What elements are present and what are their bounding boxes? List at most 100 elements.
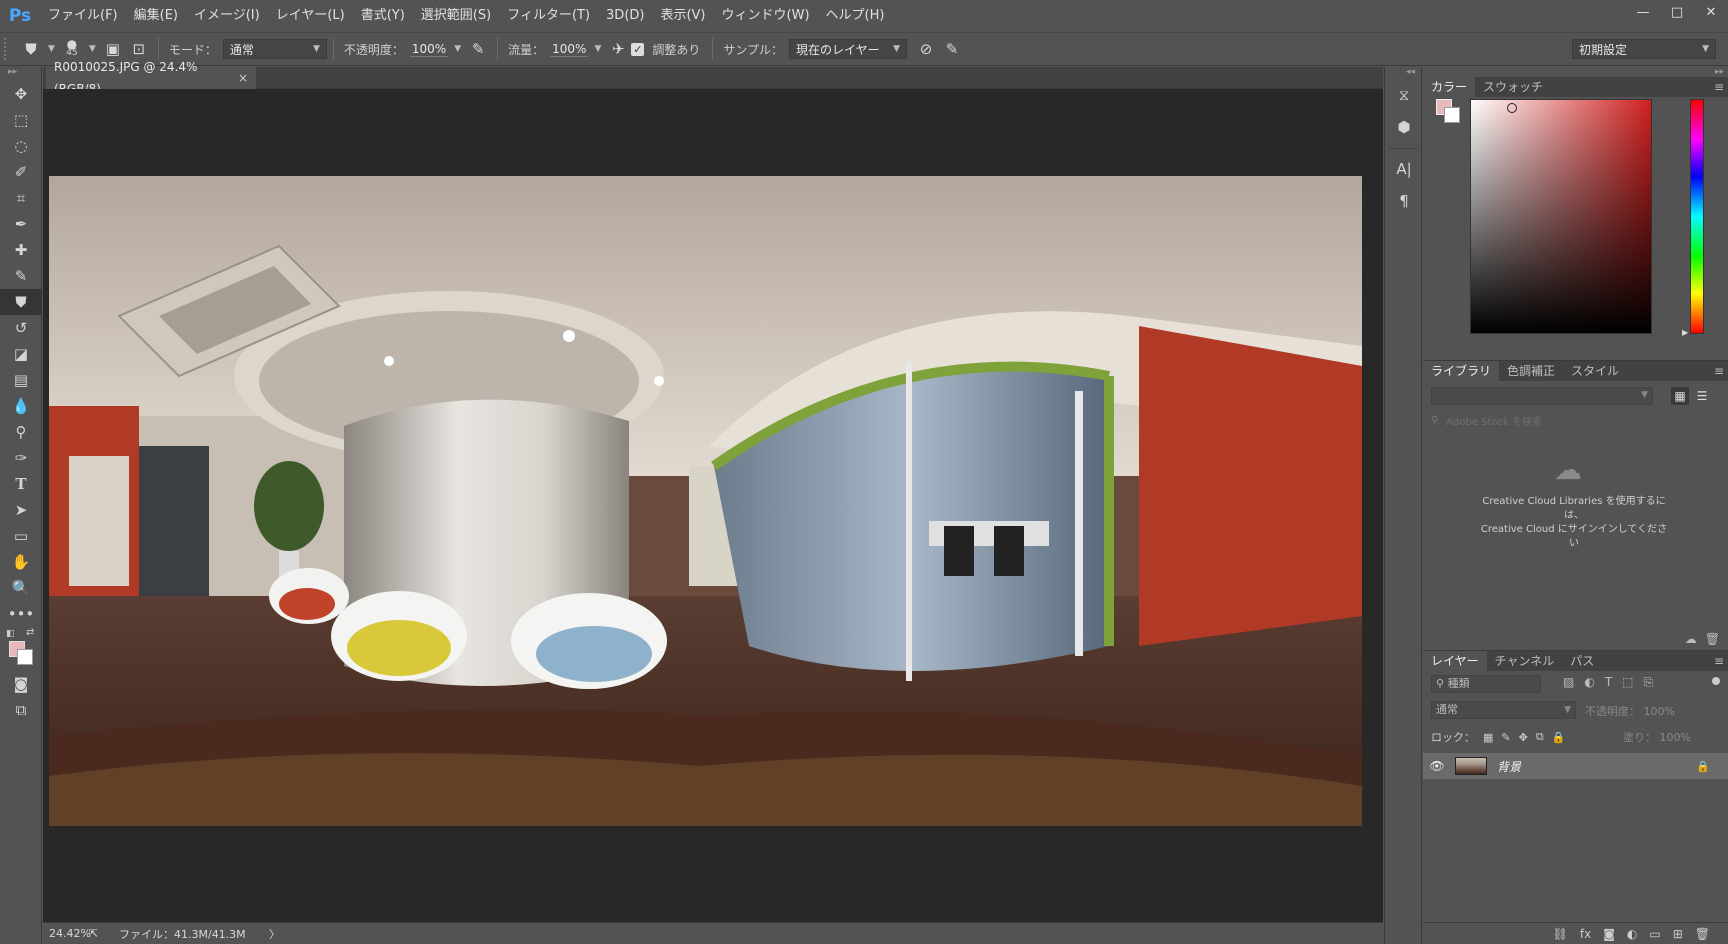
panels-collapse-icon[interactable]: ▸▸ [1423,67,1728,77]
menu-file[interactable]: ファイル(F) [40,0,126,32]
path-select-tool-icon[interactable]: ➤ [0,497,42,523]
share-icon[interactable]: ⇱ [89,927,119,940]
menu-edit[interactable]: 編集(E) [126,0,186,32]
menu-select[interactable]: 選択範囲(S) [413,0,499,32]
filter-adjustment-icon[interactable]: ◐ [1584,675,1594,690]
tab-paths[interactable]: パス [1562,651,1602,671]
marquee-tool-icon[interactable]: ⬚ [0,107,42,133]
screen-mode-icon[interactable]: ⧉ [0,697,42,723]
layer-row[interactable]: 👁 背景 🔒 [1423,753,1728,779]
menu-type[interactable]: 書式(Y) [353,0,413,32]
brush-tool-icon[interactable]: ✎ [0,263,42,289]
filter-shape-icon[interactable]: ⬚ [1622,675,1633,690]
filter-toggle-icon[interactable] [1712,677,1720,685]
minimize-button[interactable]: — [1626,0,1660,24]
eraser-tool-icon[interactable]: ◪ [0,341,42,367]
menu-filter[interactable]: フィルター(T) [499,0,598,32]
eye-icon[interactable]: 👁 [1423,759,1451,773]
color-panel-background-swatch[interactable] [1444,107,1460,123]
panel-menu-icon[interactable]: ≡ [1714,654,1724,668]
panel-menu-icon[interactable]: ≡ [1714,80,1724,94]
status-menu-arrow[interactable]: 〉 [269,926,280,942]
crop-tool-icon[interactable]: ⌗ [0,185,42,211]
mode-select[interactable]: 通常 ▼ [222,39,327,59]
tab-libraries[interactable]: ライブラリ [1423,361,1500,381]
swap-colors-icon[interactable]: ⇄ [26,627,34,638]
pressure-opacity-icon[interactable]: ✎ [465,36,491,62]
healing-brush-tool-icon[interactable]: ✚ [0,237,42,263]
lock-all-icon[interactable]: 🔒 [1552,731,1566,744]
zoom-tool-icon[interactable]: 🔍 [0,575,42,601]
preset-chevron-down-icon[interactable]: ▼ [48,44,55,54]
maximize-button[interactable]: □ [1660,0,1694,24]
history-panel-icon[interactable]: ⧖ [1385,79,1423,111]
eyedropper-tool-icon[interactable]: ✒ [0,211,42,237]
rectangle-tool-icon[interactable]: ▭ [0,523,42,549]
type-tool-icon[interactable]: T [0,471,42,497]
opacity-chevron-down-icon[interactable]: ▼ [454,44,461,54]
ignore-adjustment-layers-icon[interactable]: ⊘ [913,36,939,62]
quick-mask-icon[interactable]: ◙ [0,671,42,697]
tab-styles[interactable]: スタイル [1563,361,1627,381]
layer-style-icon[interactable]: fx [1580,927,1591,941]
3d-panel-icon[interactable]: ⬢ [1385,111,1423,143]
flow-chevron-down-icon[interactable]: ▼ [594,44,601,54]
gradient-tool-icon[interactable]: ▤ [0,367,42,393]
grid-view-icon[interactable]: ▦ [1671,387,1689,405]
hue-slider[interactable] [1690,99,1704,334]
hue-slider-handle-icon[interactable]: ▶ [1682,328,1688,337]
tab-color[interactable]: カラー [1423,77,1476,97]
more-tools-icon[interactable]: ••• [0,601,42,627]
menu-3d[interactable]: 3D(D) [598,0,652,32]
layer-opacity[interactable]: 不透明度： 100% [1585,703,1675,719]
tab-layers[interactable]: レイヤー [1423,651,1487,671]
new-adjustment-layer-icon[interactable]: ◐ [1627,927,1637,941]
layer-fill[interactable]: 塗り： 100% [1623,729,1691,745]
lasso-tool-icon[interactable]: ◌ [0,133,42,159]
document-tab[interactable]: R0010025.JPG @ 24.4% (RGB/8) × [46,60,256,96]
trash-icon[interactable]: 🗑 [1705,632,1720,646]
quick-select-tool-icon[interactable]: ✐ [0,159,42,185]
pressure-size-icon[interactable]: ✎ [939,36,965,62]
zoom-level[interactable]: 24.42% [43,927,91,940]
lock-position-icon[interactable]: ✥ [1519,731,1528,744]
new-layer-icon[interactable]: ⊞ [1673,927,1683,941]
menu-layer[interactable]: レイヤー(L) [268,0,353,32]
cc-sync-icon[interactable]: ☁ [1685,632,1697,646]
panel-menu-icon[interactable]: ≡ [1714,364,1724,378]
filter-smart-object-icon[interactable]: ⎘ [1644,675,1654,690]
layer-blend-mode-select[interactable]: 通常 ▼ [1431,701,1576,719]
document-canvas[interactable] [49,176,1362,826]
move-tool-icon[interactable]: ✥ [0,81,42,107]
filter-type-icon[interactable]: T [1605,675,1612,690]
delete-layer-icon[interactable]: 🗑 [1695,927,1710,941]
airbrush-icon[interactable]: ✈ [605,36,631,62]
menu-image[interactable]: イメージ(I) [186,0,268,32]
lock-transparency-icon[interactable]: ▦ [1483,731,1493,744]
brush-chevron-down-icon[interactable]: ▼ [89,44,96,54]
lock-pixels-icon[interactable]: ✎ [1501,731,1510,744]
hand-tool-icon[interactable]: ✋ [0,549,42,575]
background-color-swatch[interactable] [17,649,33,665]
tab-swatches[interactable]: スウォッチ [1475,77,1551,97]
blur-tool-icon[interactable]: 💧 [0,393,42,419]
link-layers-icon[interactable]: ⛓ [1553,927,1568,941]
layer-filter-select[interactable]: ⚲ 種類 [1431,675,1541,693]
add-mask-icon[interactable]: ◙ [1603,927,1615,941]
flow-input[interactable]: 100% [550,42,589,57]
character-panel-icon[interactable]: A| [1385,153,1423,185]
filter-pixel-icon[interactable]: ▨ [1563,675,1574,690]
options-bar-grip[interactable] [4,38,18,60]
opacity-input[interactable]: 100% [409,42,449,57]
menu-view[interactable]: 表示(V) [652,0,713,32]
list-view-icon[interactable]: ☰ [1693,387,1711,405]
color-saturation-field[interactable] [1470,99,1652,334]
stock-search-input[interactable]: ⚲ Adobe Stock を検索 [1431,411,1716,429]
tab-adjustments[interactable]: 色調補正 [1499,361,1563,381]
library-select[interactable]: ▼ [1431,387,1653,405]
toolbar-collapse-icon[interactable]: ▸▸ [0,67,41,81]
paragraph-panel-icon[interactable]: ¶ [1385,185,1423,217]
close-tab-icon[interactable]: × [238,67,248,89]
aligned-checkbox[interactable]: ✓ [631,42,645,56]
close-window-button[interactable]: ✕ [1694,0,1728,24]
